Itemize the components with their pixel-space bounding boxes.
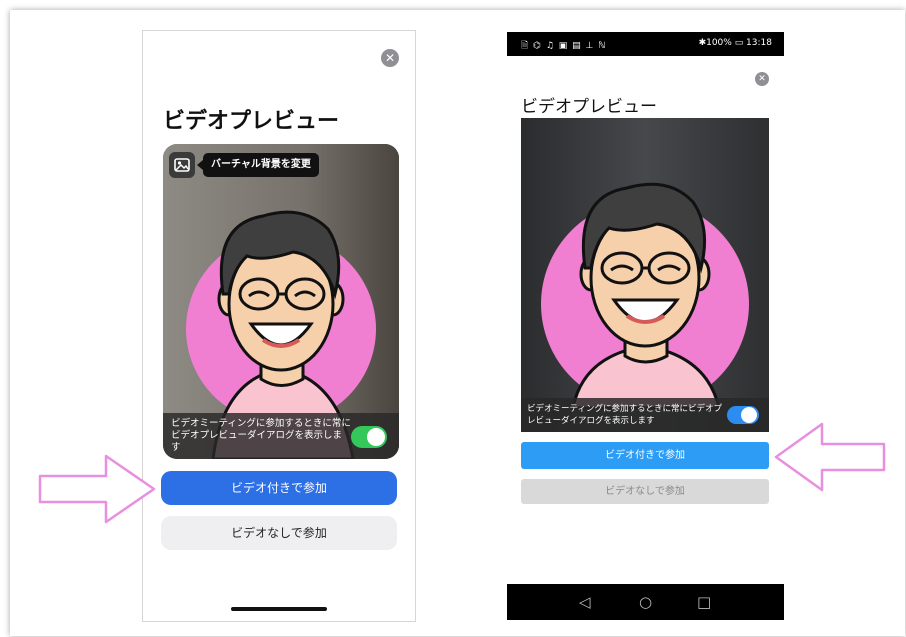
navigation-bar: ◁ ○ □ <box>507 584 784 620</box>
home-icon[interactable]: ○ <box>639 593 652 611</box>
preview-setting-label: ビデオミーティングに参加するときに常にビデオプレビューダイアログを表示します <box>527 404 722 426</box>
always-show-preview-toggle[interactable] <box>727 406 759 424</box>
join-without-video-button[interactable]: ビデオなしで参加 <box>161 516 397 550</box>
page-title: ビデオプレビュー <box>521 97 657 117</box>
preview-setting-bar: ビデオミーティングに参加するときに常にビデオプレビューダイアログを表示します <box>521 398 769 432</box>
status-battery-time: ✱100% ▭ 13:18 <box>698 38 772 48</box>
always-show-preview-toggle[interactable] <box>351 426 387 448</box>
android-video-preview-screen: 🗎 ⌬ ♫ ▣ ▤ ⊥ ℕ ✱100% ▭ 13:18 ✕ ビデオプレビュー ビ… <box>507 32 784 620</box>
annotation-arrow-right-icon <box>38 454 156 524</box>
join-without-video-button[interactable]: ビデオなしで参加 <box>521 479 769 504</box>
virtual-background-button[interactable] <box>169 152 195 178</box>
home-indicator <box>231 607 327 611</box>
page-title: ビデオプレビュー <box>163 109 340 134</box>
image-icon <box>174 158 190 172</box>
recent-apps-icon[interactable]: □ <box>697 593 711 611</box>
join-with-video-button[interactable]: ビデオ付きで参加 <box>521 442 769 469</box>
close-icon[interactable]: ✕ <box>381 49 399 67</box>
toggle-knob <box>741 407 757 423</box>
avatar <box>163 144 399 459</box>
status-icons: 🗎 ⌬ ♫ ▣ ▤ ⊥ ℕ <box>521 41 607 51</box>
join-with-video-button[interactable]: ビデオ付きで参加 <box>161 471 397 505</box>
virtual-background-tooltip: バーチャル背景を変更 <box>197 153 319 177</box>
back-icon[interactable]: ◁ <box>579 593 591 611</box>
toggle-knob <box>367 428 385 446</box>
annotation-arrow-left-icon <box>774 422 886 492</box>
status-bar: 🗎 ⌬ ♫ ▣ ▤ ⊥ ℕ ✱100% ▭ 13:18 <box>507 32 784 56</box>
video-preview: バーチャル背景を変更 ビデオミーティングに参加するときに常にビデオプレビューダイ… <box>163 144 399 459</box>
avatar <box>521 118 769 432</box>
preview-setting-label: ビデオミーティングに参加するときに常にビデオプレビューダイアログを表示します <box>171 418 351 453</box>
close-icon[interactable]: ✕ <box>755 72 769 86</box>
video-preview: ビデオミーティングに参加するときに常にビデオプレビューダイアログを表示します <box>521 118 769 432</box>
ios-video-preview-screen: ✕ ビデオプレビュー バーチャル背景を変更 ビデオミーティングに参加するときに常… <box>142 30 416 622</box>
preview-setting-bar: ビデオミーティングに参加するときに常にビデオプレビューダイアログを表示します <box>163 413 399 459</box>
